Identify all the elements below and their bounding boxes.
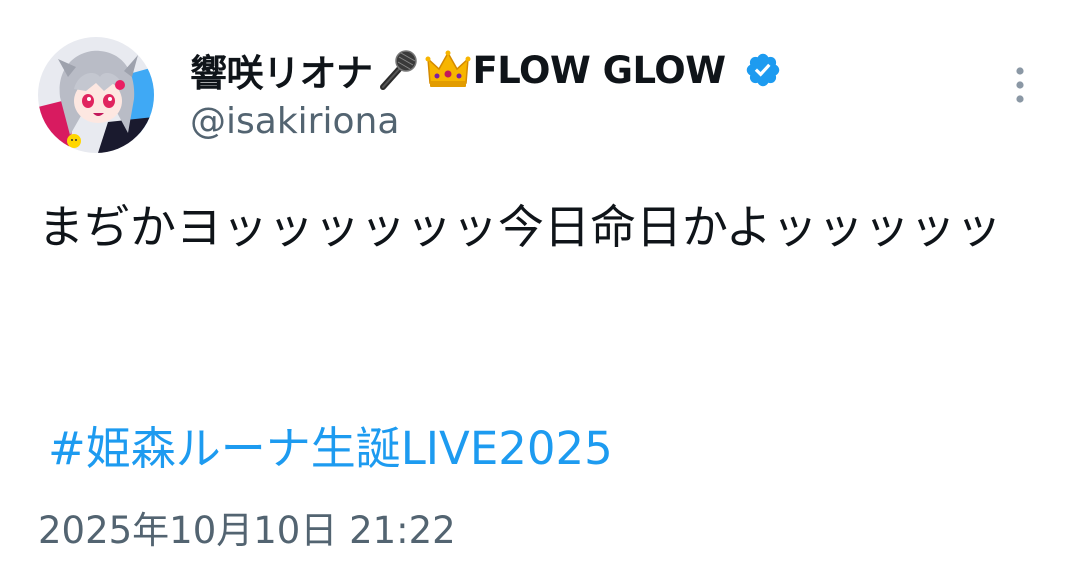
avatar-image (38, 37, 154, 153)
tweet: 響咲リオナ FLOW GLOW @isakiriona まぢかヨッッッッッッ今日… (0, 0, 1080, 565)
tweet-text: まぢかヨッッッッッッ今日命日かよッッッッッ (38, 200, 1002, 254)
author-handle[interactable]: @isakiriona (190, 101, 399, 142)
verified-badge-icon[interactable] (744, 51, 782, 89)
crown-icon (425, 47, 471, 93)
author-name-row[interactable]: 響咲リオナ FLOW GLOW (190, 44, 782, 96)
microphone-icon (375, 47, 421, 93)
author-display-name-suffix[interactable]: FLOW GLOW (473, 49, 727, 92)
tweet-timestamp[interactable]: 2025年10月10日 21:22 (38, 500, 456, 554)
more-vertical-icon[interactable] (1008, 63, 1032, 107)
hashtag-link[interactable]: #姫森ルーナ生誕LIVE2025 (48, 412, 613, 477)
avatar[interactable] (38, 37, 154, 153)
author-display-name[interactable]: 響咲リオナ (190, 43, 373, 97)
